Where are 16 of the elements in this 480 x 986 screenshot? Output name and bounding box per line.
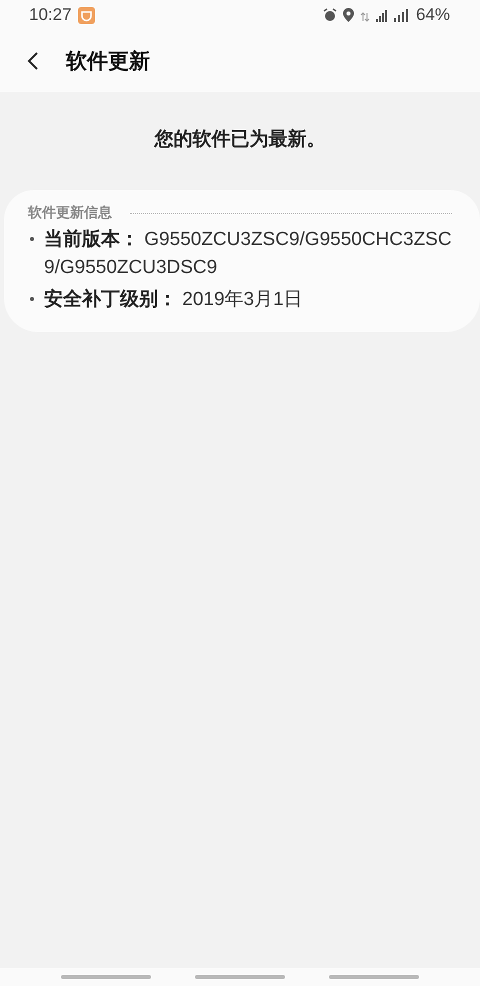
page-title: 软件更新 — [66, 48, 150, 75]
recent-apps-handle[interactable] — [61, 975, 151, 979]
status-time: 10:27 — [29, 5, 72, 25]
alarm-icon — [322, 8, 337, 22]
bullet-icon — [30, 297, 34, 301]
info-line: 当前版本： G9550ZCU3ZSC9/G9550CHC3ZSC9/G9550ZCU3DSC9 — [44, 228, 453, 280]
location-icon — [342, 8, 354, 22]
back-handle[interactable] — [329, 975, 419, 979]
status-message: 您的软件已为最新。 — [153, 127, 326, 152]
info-line: 安全补丁级别： 2019年3月1日 — [44, 288, 303, 312]
battery-level: 64% — [416, 5, 450, 25]
bullet-icon — [30, 237, 34, 241]
home-handle[interactable] — [195, 975, 285, 979]
signal-icon — [376, 8, 410, 22]
notification-icon — [78, 6, 95, 24]
card-title: 软件更新信息 — [28, 204, 112, 222]
